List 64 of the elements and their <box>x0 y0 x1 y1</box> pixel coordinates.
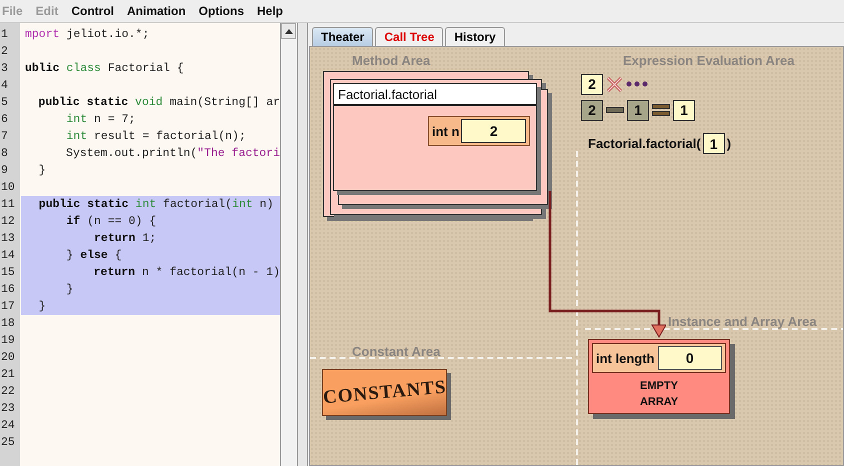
line-number: 10 <box>0 181 16 194</box>
code-line: int n = 7; <box>65 112 136 128</box>
line-number: 1 <box>0 28 9 41</box>
area-title: Expression Evaluation Area <box>623 53 794 68</box>
line-number: 22 <box>0 385 16 398</box>
area-title: Constant Area <box>352 344 440 359</box>
line-number: 2 <box>0 45 9 58</box>
method-call: Factorial.factorial( <box>588 136 701 151</box>
area-title: Instance and Array Area <box>668 314 817 329</box>
line-number: 7 <box>0 130 9 143</box>
tab[interactable]: History <box>445 27 505 46</box>
line-number: 20 <box>0 351 16 364</box>
line-number: 12 <box>0 215 16 228</box>
frame-title: Factorial.factorial <box>338 86 437 102</box>
line-number: 21 <box>0 368 16 381</box>
code-line: mport jeliot.io.*; <box>24 27 150 43</box>
value-box: 2 <box>581 100 603 120</box>
code-line: public static void main(String[] ar <box>37 95 280 111</box>
sign-text: CONSTANTS <box>322 376 448 409</box>
line-number: 8 <box>0 147 9 160</box>
value-box: 1 <box>702 133 725 154</box>
tab[interactable]: Call Tree <box>375 27 444 46</box>
value-box: 2 <box>581 74 603 94</box>
line-number: 16 <box>0 283 16 296</box>
line-number: 19 <box>0 334 16 347</box>
menu-item[interactable]: Help <box>257 4 284 18</box>
value-box: 1 <box>673 100 695 120</box>
tab[interactable]: Theater <box>312 27 374 46</box>
area-title: Method Area <box>352 53 430 68</box>
variable-value: 2 <box>461 119 526 143</box>
multiply-icon <box>606 76 623 92</box>
code-line: } <box>38 163 47 179</box>
menu-item[interactable]: Animation <box>127 4 186 18</box>
scroll-up-button[interactable] <box>281 23 296 39</box>
minus-icon <box>606 107 624 113</box>
line-number: 9 <box>0 164 9 177</box>
line-number: 23 <box>0 402 16 415</box>
splitter-handle[interactable] <box>297 23 308 466</box>
field-value: 0 <box>658 346 722 370</box>
variable-name: int n <box>432 124 460 138</box>
up-arrow-icon <box>284 28 292 34</box>
array-label: EMPTY ARRAY <box>638 379 680 410</box>
line-number: 3 <box>0 62 9 75</box>
ellipsis-icon <box>626 81 648 87</box>
line-number: 15 <box>0 266 16 279</box>
line-number: 14 <box>0 249 16 262</box>
value-box: 1 <box>627 100 649 120</box>
code-line: int result = factorial(n); <box>65 129 247 145</box>
menu-item[interactable]: Options <box>198 4 244 18</box>
line-number: 4 <box>0 79 9 92</box>
code-line: ublic class Factorial { <box>24 61 185 77</box>
line-number: 18 <box>0 317 16 330</box>
line-number: 13 <box>0 232 16 245</box>
field-name: int length <box>596 350 654 366</box>
line-number: 17 <box>0 300 16 313</box>
line-number: 5 <box>0 96 9 109</box>
equals-icon <box>652 103 670 117</box>
line-number: 24 <box>0 419 16 432</box>
code-line: System.out.println("The factori <box>65 146 280 162</box>
line-number: 25 <box>0 436 16 449</box>
line-number: 11 <box>0 198 16 211</box>
closing-paren: ) <box>726 136 732 151</box>
menu-item[interactable]: Control <box>71 4 114 18</box>
line-number: 6 <box>0 113 9 126</box>
